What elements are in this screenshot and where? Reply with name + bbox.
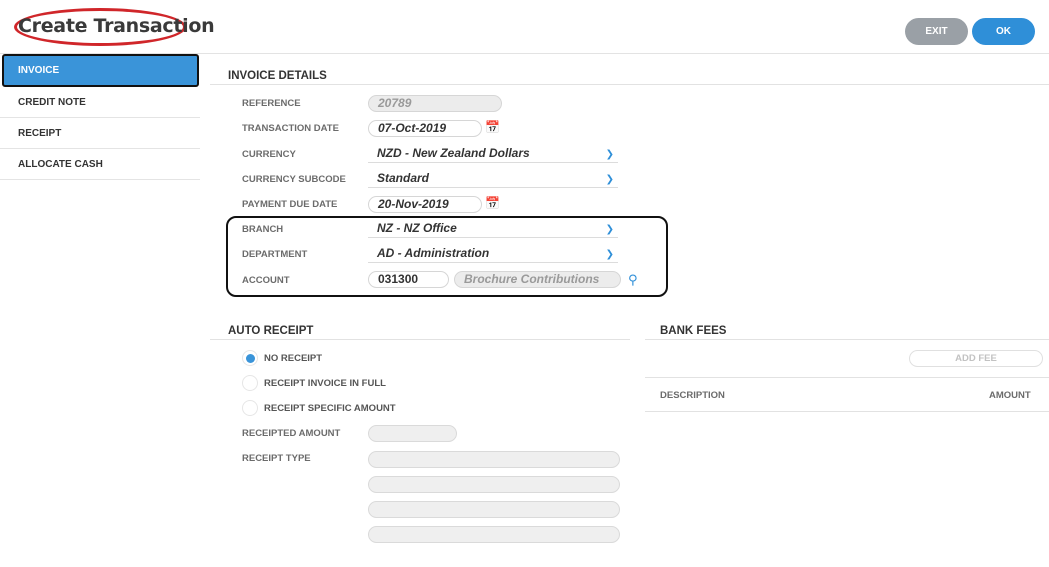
receipt-detail-field	[368, 526, 620, 543]
receipt-invoice-in-full-radio[interactable]	[242, 375, 258, 391]
receipted-amount-label: RECEIPTED AMOUNT	[242, 428, 341, 439]
ok-button[interactable]: OK	[972, 18, 1035, 45]
receipt-type-field	[368, 451, 620, 468]
auto-receipt-heading: AUTO RECEIPT	[228, 325, 314, 337]
chevron-down-icon: ❯	[605, 174, 614, 185]
payment-due-date-field[interactable]: 20-Nov-2019	[368, 196, 482, 213]
calendar-icon[interactable]: 📅	[485, 196, 500, 210]
bank-fees-table-header-divider	[645, 411, 1049, 412]
bank-fees-divider	[645, 339, 1049, 340]
reference-field: 20789	[368, 95, 502, 112]
currency-subcode-select[interactable]: Standard ❯	[368, 170, 618, 188]
bank-fees-heading: BANK FEES	[660, 325, 727, 337]
highlight-box	[226, 216, 668, 297]
currency-subcode-value: Standard	[377, 171, 430, 185]
bank-fees-table-top	[645, 377, 1049, 378]
chevron-down-icon: ❯	[605, 149, 614, 160]
exit-button[interactable]: EXIT	[905, 18, 968, 45]
currency-value: NZD - New Zealand Dollars	[377, 146, 530, 160]
receipt-specific-amount-radio[interactable]	[242, 400, 258, 416]
sidebar-item-receipt[interactable]: RECEIPT	[0, 118, 200, 149]
payment-due-date-label: PAYMENT DUE DATE	[242, 199, 338, 210]
receipt-detail-field	[368, 501, 620, 518]
reference-label: REFERENCE	[242, 98, 301, 109]
add-fee-button[interactable]: ADD FEE	[909, 350, 1043, 367]
receipt-detail-field	[368, 476, 620, 493]
sidebar: INVOICE CREDIT NOTE RECEIPT ALLOCATE CAS…	[0, 54, 200, 180]
receipted-amount-field	[368, 425, 457, 442]
sidebar-item-allocate-cash[interactable]: ALLOCATE CASH	[0, 149, 200, 180]
transaction-date-label: TRANSACTION DATE	[242, 123, 339, 134]
receipt-specific-amount-label: RECEIPT SPECIFIC AMOUNT	[264, 403, 396, 414]
transaction-date-field[interactable]: 07-Oct-2019	[368, 120, 482, 137]
receipt-type-label: RECEIPT TYPE	[242, 453, 311, 464]
no-receipt-radio[interactable]	[242, 350, 258, 366]
no-receipt-label: NO RECEIPT	[264, 353, 323, 364]
currency-select[interactable]: NZD - New Zealand Dollars ❯	[368, 145, 618, 163]
description-column-header: DESCRIPTION	[660, 390, 725, 401]
currency-label: CURRENCY	[242, 149, 296, 160]
sidebar-item-invoice[interactable]: INVOICE	[2, 54, 199, 87]
auto-receipt-divider	[210, 339, 630, 340]
sidebar-item-credit-note[interactable]: CREDIT NOTE	[0, 87, 200, 118]
currency-subcode-label: CURRENCY SUBCODE	[242, 174, 346, 185]
calendar-icon[interactable]: 📅	[485, 120, 500, 134]
amount-column-header: AMOUNT	[989, 390, 1031, 401]
page-title-wrap: Create Transaction	[4, 6, 215, 46]
invoice-details-heading: INVOICE DETAILS	[228, 70, 327, 82]
page-title: Create Transaction	[18, 15, 215, 37]
invoice-details-divider	[210, 84, 1049, 85]
receipt-invoice-in-full-label: RECEIPT INVOICE IN FULL	[264, 378, 386, 389]
